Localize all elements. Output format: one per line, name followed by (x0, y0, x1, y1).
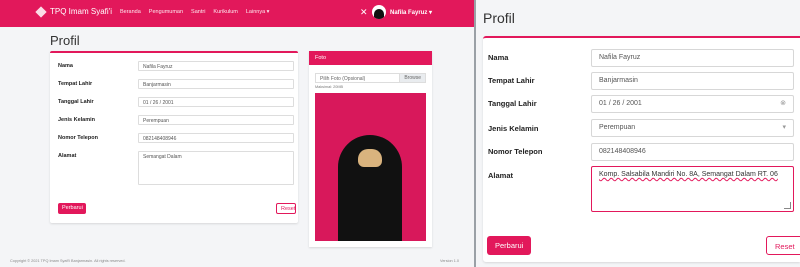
chevron-down-icon: ▾ (782, 124, 786, 131)
tempat-lahir-input[interactable]: Banjarmasin (138, 79, 294, 89)
version-text: Version 1.0 (440, 259, 459, 263)
label-nomor-telepon: Nomor Telepon (58, 135, 98, 141)
label-jenis-kelamin-zoomed: Jenis Kelamin (488, 124, 539, 133)
alamat-textarea-zoomed[interactable]: Komp. Salsabila Mandiri No. 8A, Semangat… (591, 166, 794, 212)
label-tempat-lahir: Tempat Lahir (58, 81, 93, 87)
page-title: Profil (50, 33, 80, 48)
max-size-note: Maksimal: 20MB (315, 85, 344, 89)
nama-input[interactable]: Nafila Fayruz (138, 61, 294, 71)
tempat-lahir-input-zoomed[interactable]: Banjarmasin (591, 72, 794, 90)
left-page-view: TPQ Imam Syafi'i Beranda Pengumuman Sant… (0, 0, 474, 267)
perbarui-button[interactable]: Perbarui (58, 203, 86, 214)
nav-link-kurikulum[interactable]: Kurikulum (213, 9, 237, 15)
clear-date-icon[interactable]: ⊗ (780, 99, 786, 107)
profile-form-card-zoomed: Nama Nafila Fayruz Tempat Lahir Banjarma… (483, 36, 800, 262)
nav-link-santri[interactable]: Santri (191, 9, 205, 15)
nav-links: Beranda Pengumuman Santri Kurikulum Lain… (120, 9, 269, 15)
label-nomor-telepon-zoomed: Nomor Telepon (488, 147, 543, 156)
jenis-kelamin-value: Perempuan (599, 124, 636, 131)
nav-link-pengumuman[interactable]: Pengumuman (149, 9, 183, 15)
navbar: TPQ Imam Syafi'i Beranda Pengumuman Sant… (0, 0, 474, 27)
jenis-kelamin-select[interactable]: Perempuan (138, 115, 294, 125)
copyright-text: Copyright © 2021 TPQ Imam Syafi'i Banjar… (10, 259, 126, 263)
resize-grip-icon[interactable] (784, 202, 791, 209)
zoomed-form-view: Profil Nama Nafila Fayruz Tempat Lahir B… (476, 0, 800, 267)
face-shape (358, 149, 382, 167)
nav-link-beranda[interactable]: Beranda (120, 9, 141, 15)
label-tanggal-lahir: Tanggal Lahir (58, 99, 94, 105)
label-tanggal-lahir-zoomed: Tanggal Lahir (488, 99, 537, 108)
page-title-zoomed: Profil (483, 10, 515, 26)
photo-card: Foto Pilih Foto (Opsional) Browse Maksim… (309, 51, 432, 247)
avatar[interactable] (372, 5, 386, 19)
label-nama: Nama (58, 63, 73, 69)
profile-photo (315, 93, 426, 241)
person-silhouette-icon (338, 135, 402, 241)
file-placeholder: Pilih Foto (Opsional) (320, 76, 366, 82)
nomor-telepon-input-zoomed[interactable]: 082148408946 (591, 143, 794, 161)
reset-button-zoomed[interactable]: Reset (766, 236, 800, 255)
user-menu[interactable]: Nafila Fayruz ▾ (390, 9, 432, 16)
label-nama-zoomed: Nama (488, 53, 509, 62)
jenis-kelamin-select-zoomed[interactable]: Perempuan ▾ (591, 119, 794, 137)
tanggal-lahir-input-zoomed[interactable]: 01 / 26 / 2001 ⊗ (591, 95, 794, 113)
label-tempat-lahir-zoomed: Tempat Lahir (488, 76, 535, 85)
brand-diamond-icon (35, 6, 47, 18)
photo-file-input[interactable]: Pilih Foto (Opsional) Browse (315, 73, 426, 83)
browse-button[interactable]: Browse (399, 74, 425, 82)
nomor-telepon-input[interactable]: 082148408946 (138, 133, 294, 143)
brand-title[interactable]: TPQ Imam Syafi'i (50, 7, 112, 16)
label-alamat-zoomed: Alamat (488, 171, 514, 180)
nama-input-zoomed[interactable]: Nafila Fayruz (591, 49, 794, 67)
tanggal-lahir-input[interactable]: 01 / 26 / 2001 (138, 97, 294, 107)
profile-form-card: Nama Nafila Fayruz Tempat Lahir Banjarma… (50, 51, 298, 223)
tanggal-lahir-value: 01 / 26 / 2001 (599, 100, 642, 107)
perbarui-button-zoomed[interactable]: Perbarui (487, 236, 532, 255)
photo-card-header: Foto (309, 51, 432, 65)
label-jenis-kelamin: Jenis Kelamin (58, 117, 95, 123)
screen: TPQ Imam Syafi'i Beranda Pengumuman Sant… (0, 0, 800, 267)
close-icon[interactable]: ✕ (360, 7, 368, 18)
alamat-textarea[interactable]: Semangat Dalam (138, 151, 294, 185)
nav-link-lainnya[interactable]: Lainnya ▾ (246, 9, 270, 15)
label-alamat: Alamat (58, 153, 77, 159)
reset-button[interactable]: Reset (276, 203, 296, 214)
alamat-value: Komp. Salsabila Mandiri No. 8A, Semangat… (599, 171, 778, 178)
